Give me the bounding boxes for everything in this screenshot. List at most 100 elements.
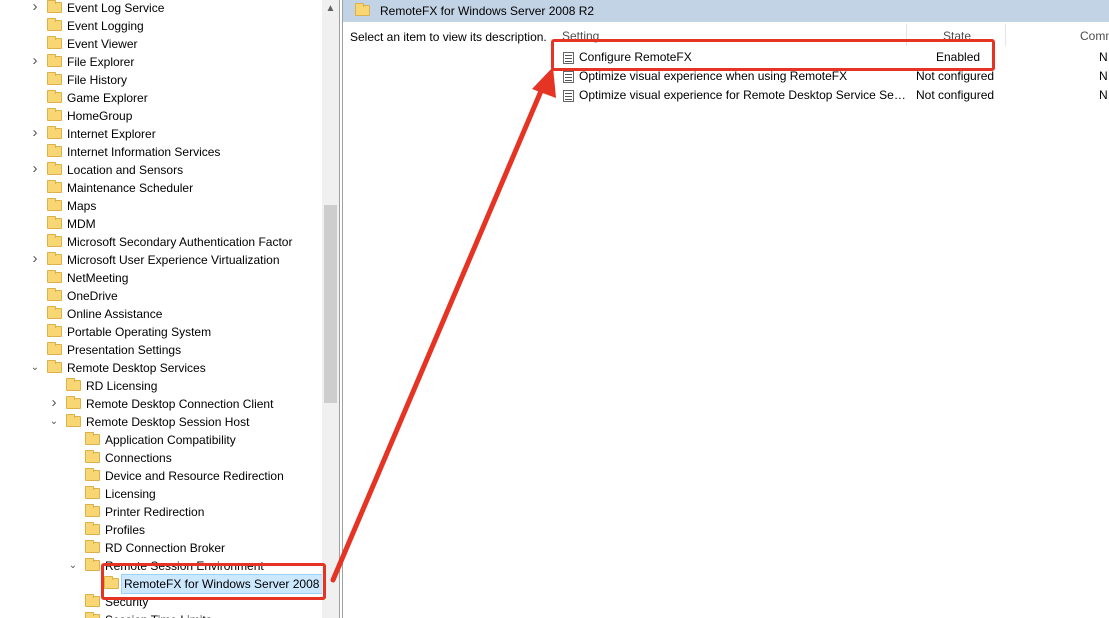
folder-icon	[85, 612, 100, 618]
folder-icon	[85, 522, 100, 535]
highlight-box-configure-remotefx	[551, 39, 995, 71]
policy-setting-icon	[563, 71, 574, 83]
folder-icon	[47, 216, 62, 229]
folder-icon	[47, 90, 62, 103]
tree-item-label: Profiles	[105, 523, 146, 537]
chevron-right-icon[interactable]: ›	[29, 251, 41, 269]
tree-item[interactable]: File History	[0, 71, 322, 89]
policy-row-state: Not configured	[916, 88, 995, 102]
tree-item-label: Presentation Settings	[67, 343, 182, 357]
tree-scrollbar[interactable]: ▲	[322, 0, 339, 618]
chevron-right-icon[interactable]: ›	[48, 395, 60, 413]
folder-icon	[85, 594, 100, 607]
tree-item[interactable]: › File Explorer	[0, 53, 322, 71]
tree-item[interactable]: Connections	[0, 449, 322, 467]
folder-icon	[66, 414, 81, 427]
column-header-comment[interactable]: Comm	[1080, 28, 1109, 44]
tree-item-label: Licensing	[105, 487, 156, 501]
folder-icon	[66, 396, 81, 409]
tree-item[interactable]: Game Explorer	[0, 89, 322, 107]
details-header-title: RemoteFX for Windows Server 2008 R2	[380, 4, 595, 18]
tree-item[interactable]: › Microsoft User Experience Virtualizatio…	[0, 251, 322, 269]
tree-item[interactable]: Event Viewer	[0, 35, 322, 53]
tree-item-label: Remote Desktop Connection Client	[86, 397, 274, 411]
chevron-down-icon[interactable]: ⌄	[29, 359, 41, 377]
tree-item[interactable]: Maintenance Scheduler	[0, 179, 322, 197]
tree-item-label: Device and Resource Redirection	[105, 469, 284, 483]
highlight-box-remotefx-node	[101, 563, 326, 600]
chevron-right-icon[interactable]: ›	[29, 125, 41, 143]
tree-item[interactable]: Maps	[0, 197, 322, 215]
tree-item[interactable]: ⌄ Remote Desktop Session Host	[0, 413, 322, 431]
tree-item-label: Location and Sensors	[67, 163, 184, 177]
tree-item[interactable]: Printer Redirection	[0, 503, 322, 521]
details-header-bar: RemoteFX for Windows Server 2008 R2	[343, 0, 1109, 22]
tree-item[interactable]: OneDrive	[0, 287, 322, 305]
tree-item-label: OneDrive	[67, 289, 118, 303]
folder-icon	[47, 306, 62, 319]
chevron-down-icon[interactable]: ⌄	[48, 413, 60, 431]
tree-pane[interactable]: › Event Log Service Event Logging Event Vie…	[0, 0, 322, 618]
tree-item-label: NetMeeting	[67, 271, 129, 285]
tree-item[interactable]: Licensing	[0, 485, 322, 503]
tree-item[interactable]: › Location and Sensors	[0, 161, 322, 179]
tree-item-label: Remote Desktop Session Host	[86, 415, 250, 429]
tree-item[interactable]: Device and Resource Redirection	[0, 467, 322, 485]
folder-icon	[85, 432, 100, 445]
folder-icon	[85, 558, 100, 571]
tree-item-label: Printer Redirection	[105, 505, 205, 519]
tree-item[interactable]: Internet Information Services	[0, 143, 322, 161]
tree-item[interactable]: MDM	[0, 215, 322, 233]
column-divider[interactable]	[1005, 24, 1006, 46]
folder-icon	[47, 36, 62, 49]
folder-icon	[47, 360, 62, 373]
policy-row-label: Optimize visual experience for Remote De…	[579, 88, 907, 102]
folder-icon	[47, 0, 62, 13]
tree-item[interactable]: HomeGroup	[0, 107, 322, 125]
folder-icon	[47, 72, 62, 85]
tree-item[interactable]: Session Time Limits	[0, 611, 322, 618]
tree-item-label: Maintenance Scheduler	[67, 181, 194, 195]
chevron-right-icon[interactable]: ›	[29, 0, 41, 17]
tree-item[interactable]: › Internet Explorer	[0, 125, 322, 143]
tree-item[interactable]: › Remote Desktop Connection Client	[0, 395, 322, 413]
folder-icon	[85, 450, 100, 463]
tree-item-label: Internet Information Services	[67, 145, 221, 159]
tree-item[interactable]: ⌄ Remote Desktop Services	[0, 359, 322, 377]
tree-item[interactable]: Presentation Settings	[0, 341, 322, 359]
scroll-up-arrow-icon[interactable]: ▲	[322, 0, 339, 17]
tree-item-label: Microsoft User Experience Virtualization	[67, 253, 280, 267]
folder-icon	[47, 108, 62, 121]
folder-icon	[85, 486, 100, 499]
tree-item-label: Microsoft Secondary Authentication Facto…	[67, 235, 293, 249]
folder-icon	[47, 198, 62, 211]
tree-item-label: HomeGroup	[67, 109, 133, 123]
tree-item-label: RD Connection Broker	[105, 541, 226, 555]
tree-item[interactable]: NetMeeting	[0, 269, 322, 287]
tree-item[interactable]: Profiles	[0, 521, 322, 539]
tree-item[interactable]: RD Connection Broker	[0, 539, 322, 557]
chevron-down-icon[interactable]: ⌄	[67, 557, 79, 575]
tree-item-label: Application Compatibility	[105, 433, 236, 447]
policy-row-optimize-rds-sessions[interactable]: Optimize visual experience for Remote De…	[560, 86, 1109, 105]
tree-item[interactable]: Microsoft Secondary Authentication Facto…	[0, 233, 322, 251]
tree-item[interactable]: Online Assistance	[0, 305, 322, 323]
tree-item[interactable]: Portable Operating System	[0, 323, 322, 341]
tree-item-label: Connections	[105, 451, 172, 465]
tree-item-label: Online Assistance	[67, 307, 163, 321]
description-text: Select an item to view its description.	[350, 30, 547, 44]
tree-item-label: MDM	[67, 217, 96, 231]
tree-item[interactable]: › Event Log Service	[0, 0, 322, 17]
chevron-right-icon[interactable]: ›	[29, 53, 41, 71]
scroll-thumb[interactable]	[324, 205, 337, 403]
tree-item[interactable]: Event Logging	[0, 17, 322, 35]
chevron-right-icon[interactable]: ›	[29, 161, 41, 179]
tree-item-label: File Explorer	[67, 55, 135, 69]
tree-item[interactable]: Application Compatibility	[0, 431, 322, 449]
folder-icon	[85, 468, 100, 481]
tree-item[interactable]: RD Licensing	[0, 377, 322, 395]
folder-icon	[47, 162, 62, 175]
tree-item-label: Internet Explorer	[67, 127, 156, 141]
folder-icon	[47, 270, 62, 283]
policy-row-comment: N	[1099, 50, 1108, 64]
